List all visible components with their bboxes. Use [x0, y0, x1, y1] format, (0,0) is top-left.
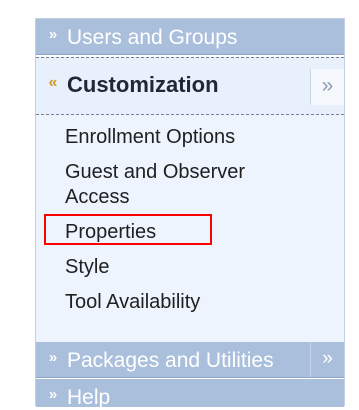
enrollment-options-link[interactable]: Enrollment Options [65, 125, 235, 149]
packages-and-utilities-section[interactable]: » Packages and Utilities » [36, 342, 344, 378]
double-chevron-right-icon[interactable]: » [310, 342, 344, 377]
packages-and-utilities-label: Packages and Utilities [67, 349, 274, 372]
users-and-groups-label: Users and Groups [67, 26, 238, 49]
customization-label: Customization [67, 72, 219, 97]
help-section[interactable]: » Help [36, 379, 344, 409]
style-link[interactable]: Style [65, 255, 109, 279]
customization-menu-content: Enrollment Options Guest and Observer Ac… [36, 115, 344, 342]
customization-section[interactable]: « Customization » [36, 57, 344, 115]
chevron-up-icon: « [48, 74, 58, 91]
course-management-panel: » Users and Groups « Customization » Enr… [35, 18, 345, 409]
help-label: Help [67, 386, 111, 409]
tool-availability-link[interactable]: Tool Availability [65, 290, 200, 314]
chevron-down-icon: » [48, 349, 58, 366]
users-and-groups-section[interactable]: » Users and Groups [36, 19, 344, 55]
chevron-down-icon: » [48, 26, 58, 43]
double-chevron-right-icon[interactable]: » [310, 69, 344, 105]
guest-and-observer-access-link[interactable]: Guest and Observer Access [65, 160, 285, 210]
properties-link[interactable]: Properties [65, 220, 156, 244]
chevron-down-icon: » [48, 386, 58, 403]
